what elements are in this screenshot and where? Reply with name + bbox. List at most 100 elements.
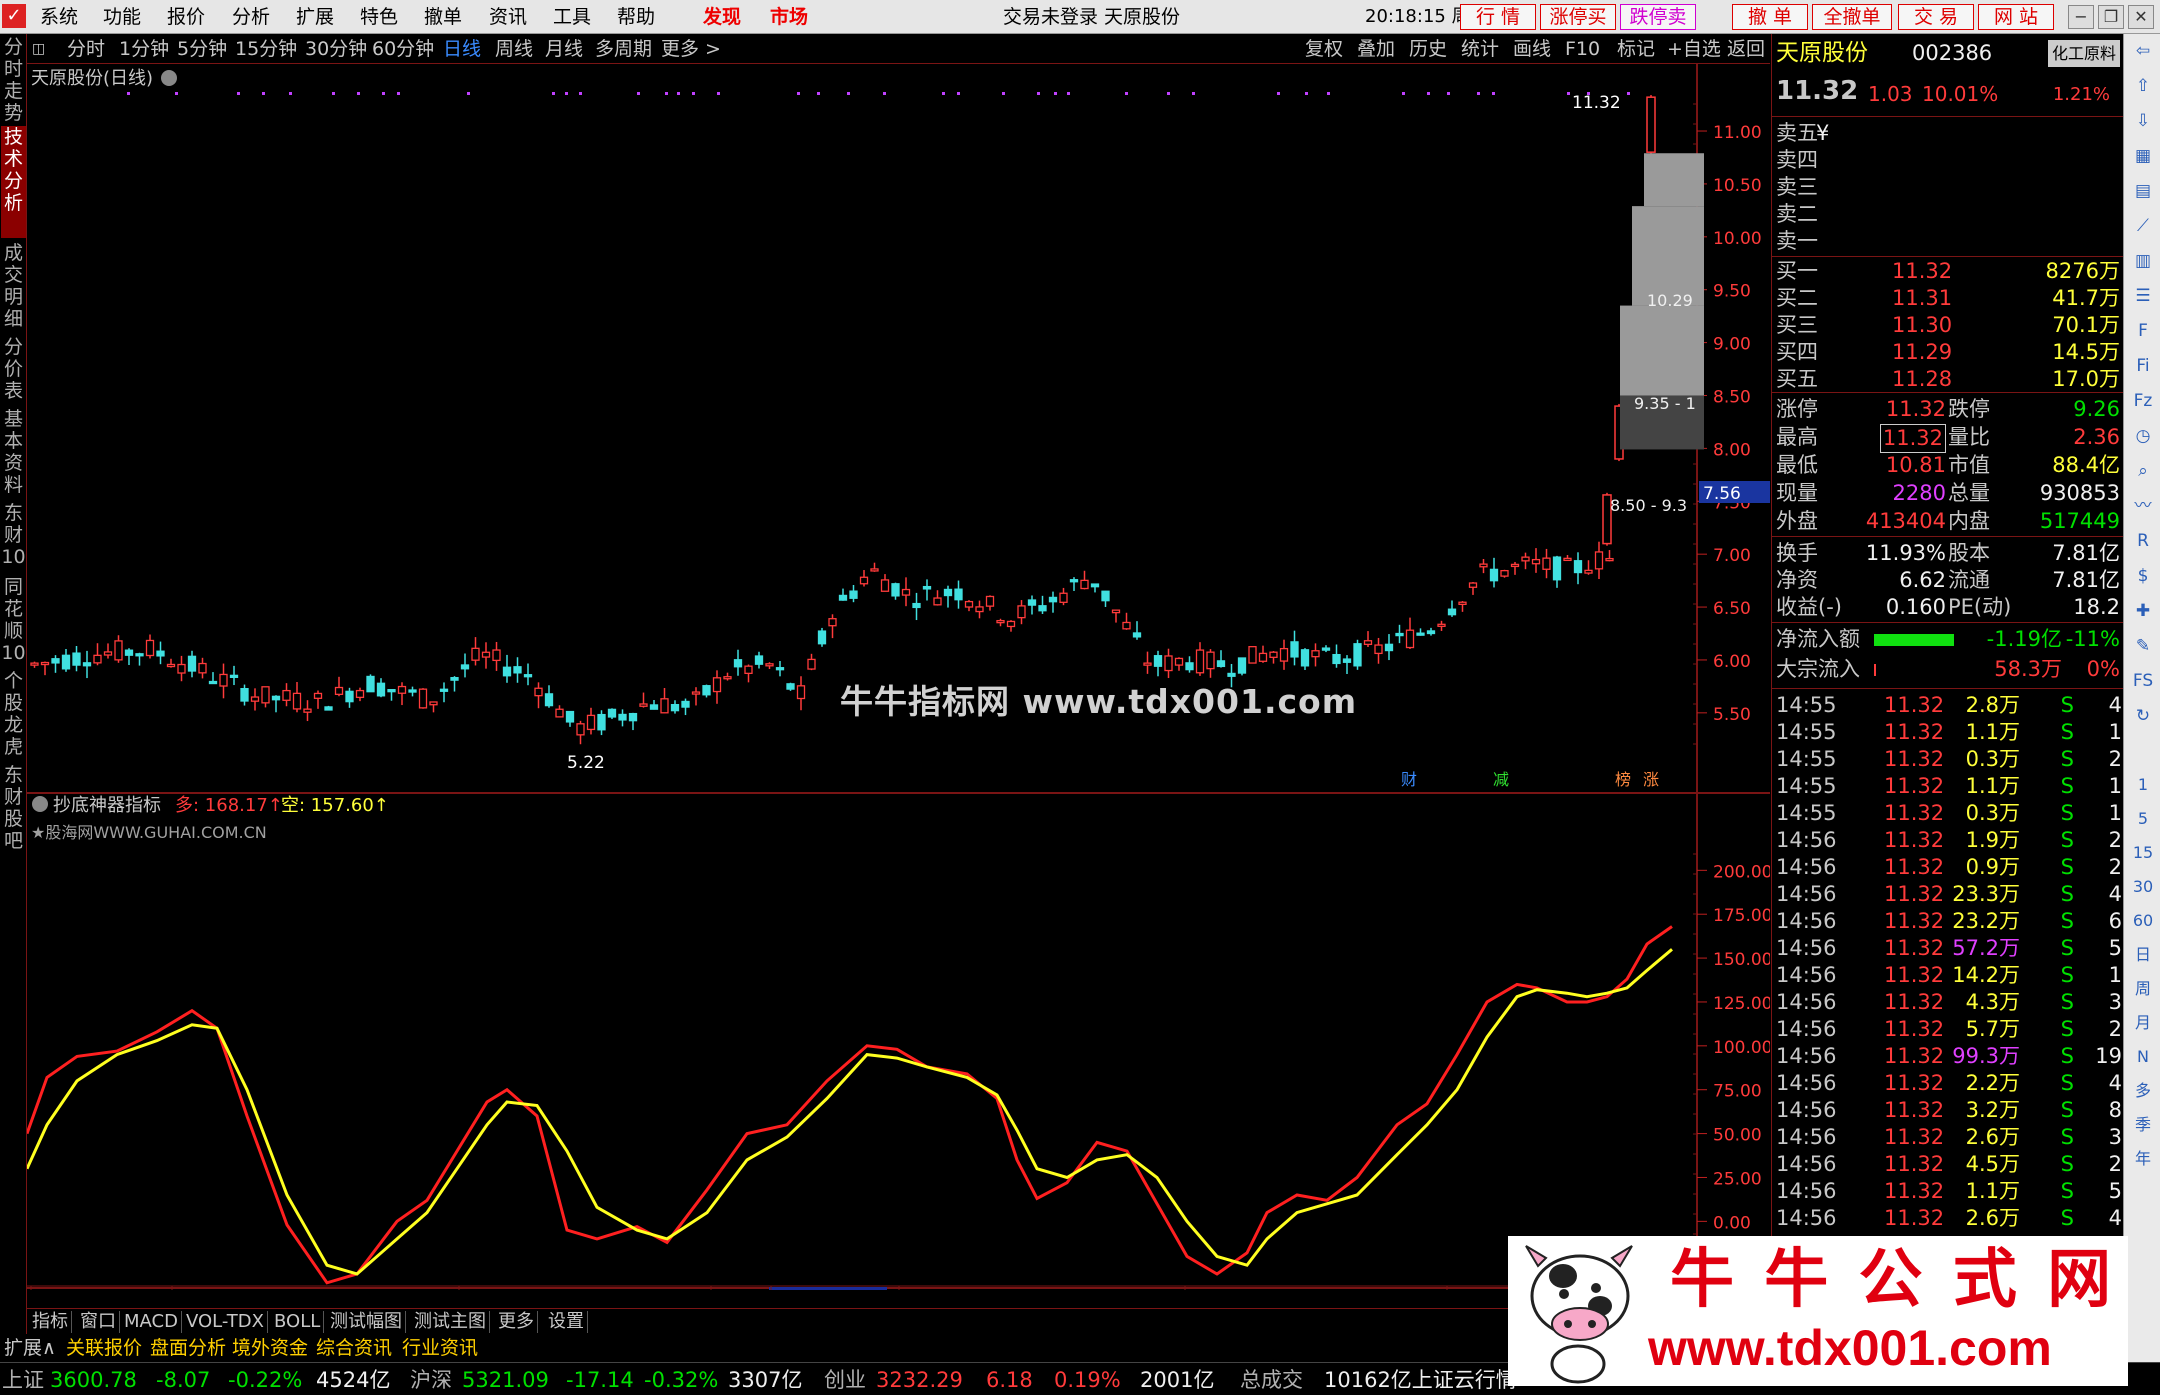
period-30min[interactable]: 30分钟	[305, 37, 367, 61]
marker-list[interactable]: 榜	[1615, 770, 1631, 789]
minimize-icon[interactable]: −	[2068, 5, 2094, 29]
ask-row[interactable]: 卖五 ¥	[1772, 120, 2124, 147]
candle-icon[interactable]: ▥	[2132, 250, 2154, 272]
fs-icon[interactable]: FS	[2132, 670, 2154, 692]
extension-tab[interactable]: 行业资讯	[402, 1337, 478, 1359]
indicator-tab[interactable]: MACD	[121, 1311, 182, 1333]
period-multi[interactable]: 多周期	[595, 37, 652, 61]
menu-discover[interactable]: 发现	[703, 4, 741, 30]
btn-limit-down-sell[interactable]: 跌停卖	[1620, 4, 1696, 30]
period-shortcut[interactable]: 1	[2132, 774, 2154, 796]
period-shortcut[interactable]: 15	[2132, 842, 2154, 864]
indicator-tab[interactable]: 测试幅图	[327, 1311, 406, 1333]
menu-help[interactable]: 帮助	[617, 4, 655, 30]
btn-overlay[interactable]: 叠加	[1357, 37, 1395, 61]
indicator-tab[interactable]: 指标	[29, 1311, 72, 1333]
period-shortcut[interactable]: 60	[2132, 910, 2154, 932]
cross-icon[interactable]: ✚	[2132, 600, 2154, 622]
ask-row[interactable]: 卖三	[1772, 174, 2124, 201]
tab-intraday[interactable]: 分时走势	[1, 36, 26, 124]
tab-deals[interactable]: 成交明细	[1, 242, 26, 332]
btn-limit-up-buy[interactable]: 涨停买	[1540, 4, 1616, 30]
bid-row[interactable]: 买三 11.30 70.1万	[1772, 312, 2124, 339]
period-shortcut[interactable]: 年	[2132, 1148, 2154, 1170]
menu-function[interactable]: 功能	[103, 4, 141, 30]
bid-row[interactable]: 买二 11.31 41.7万	[1772, 285, 2124, 312]
btn-cancel-all[interactable]: 全撤单	[1812, 4, 1892, 30]
list-icon[interactable]: ☰	[2132, 285, 2154, 307]
menu-analysis[interactable]: 分析	[232, 4, 270, 30]
period-60min[interactable]: 60分钟	[372, 37, 434, 61]
btn-mark[interactable]: 标记	[1617, 37, 1655, 61]
period-shortcut[interactable]: 月	[2132, 1012, 2154, 1034]
pen-icon[interactable]: ✎	[2132, 635, 2154, 657]
period-more[interactable]: 更多 >	[661, 37, 721, 61]
ask-row[interactable]: 卖二	[1772, 201, 2124, 228]
period-1min[interactable]: 1分钟	[119, 37, 169, 61]
clock-icon[interactable]: ◷	[2132, 425, 2154, 447]
btn-cancel-order[interactable]: 撤 单	[1732, 4, 1808, 30]
btn-add-watch[interactable]: +自选	[1667, 37, 1721, 61]
extension-tab[interactable]: 关联报价	[66, 1337, 142, 1359]
indicator-tab[interactable]: 测试主图	[411, 1311, 490, 1333]
menu-quote[interactable]: 报价	[167, 4, 205, 30]
f12-icon[interactable]: Fz	[2132, 390, 2154, 412]
line-chart-icon[interactable]: ⟋	[2132, 215, 2154, 237]
extension-tab[interactable]: 盘面分析	[150, 1337, 226, 1359]
tab-price-table[interactable]: 分价表	[1, 336, 26, 404]
period-shortcut[interactable]: N	[2132, 1046, 2154, 1068]
tab-technical[interactable]: 技术分析	[1, 126, 26, 238]
arrow-down-icon[interactable]: ⇩	[2132, 110, 2154, 132]
extension-tab[interactable]: 扩展∧	[4, 1337, 56, 1359]
ask-row[interactable]: 卖四	[1772, 147, 2124, 174]
btn-history[interactable]: 历史	[1409, 37, 1447, 61]
btn-f10[interactable]: F10	[1565, 37, 1600, 61]
bid-row[interactable]: 买五 11.28 17.0万	[1772, 366, 2124, 393]
extension-tab[interactable]: 境外资金	[232, 1337, 308, 1359]
restore-icon[interactable]: ❐	[2098, 5, 2124, 29]
chart-settings-icon[interactable]	[161, 70, 177, 86]
bid-row[interactable]: 买一 11.32 8276万	[1772, 258, 2124, 285]
indicator-settings-icon[interactable]	[32, 796, 48, 812]
btn-website[interactable]: 网 站	[1978, 4, 2054, 30]
panel-toggle-icon[interactable]: ◫	[32, 37, 45, 61]
money-icon[interactable]: $	[2132, 565, 2154, 587]
tab-dragon-tiger[interactable]: 个股龙虎	[1, 670, 26, 760]
period-monthly[interactable]: 月线	[545, 37, 583, 61]
period-15min[interactable]: 15分钟	[235, 37, 297, 61]
menu-extend[interactable]: 扩展	[296, 4, 334, 30]
period-shortcut[interactable]: 季	[2132, 1114, 2154, 1136]
marker-finance[interactable]: 财	[1401, 770, 1417, 789]
indicator-tab[interactable]: BOLL	[271, 1311, 325, 1333]
refresh-icon[interactable]: ↻	[2132, 705, 2154, 727]
industry-badge[interactable]: 化工原料	[2047, 40, 2120, 67]
tab-fundamentals[interactable]: 基本资料	[1, 408, 26, 498]
period-weekly[interactable]: 周线	[495, 37, 533, 61]
period-shortcut[interactable]: 周	[2132, 978, 2154, 1000]
btn-adjust[interactable]: 复权	[1305, 37, 1343, 61]
close-icon[interactable]: ✕	[2128, 5, 2154, 29]
rsi-icon[interactable]: R	[2132, 530, 2154, 552]
period-shortcut[interactable]: 5	[2132, 808, 2154, 830]
wave-icon[interactable]: 〰	[2132, 495, 2154, 517]
period-shortcut[interactable]: 30	[2132, 876, 2154, 898]
time-axis-label[interactable]: 2021/02/08/—	[775, 1289, 889, 1290]
tab-ths10[interactable]: 同花顺10	[1, 576, 26, 666]
arrow-left-icon[interactable]: ⇦	[2132, 40, 2154, 62]
menu-tools[interactable]: 工具	[553, 4, 591, 30]
arrow-up-icon[interactable]: ⇧	[2132, 75, 2154, 97]
bid-row[interactable]: 买四 11.29 14.5万	[1772, 339, 2124, 366]
search-icon[interactable]: ⌕	[2132, 460, 2154, 482]
ask-row[interactable]: 卖一	[1772, 228, 2124, 255]
marker-reduce[interactable]: 减	[1493, 770, 1509, 789]
f10-icon[interactable]: F	[2132, 320, 2154, 342]
btn-quote[interactable]: 行 情	[1460, 4, 1536, 30]
period-shortcut[interactable]: 多	[2132, 1080, 2154, 1102]
period-daily[interactable]: 日线	[443, 37, 481, 61]
period-intraday[interactable]: 分时	[67, 37, 105, 61]
btn-draw[interactable]: 画线	[1513, 37, 1551, 61]
marker-limit[interactable]: 涨	[1643, 770, 1659, 789]
period-5min[interactable]: 5分钟	[177, 37, 227, 61]
extension-tab[interactable]: 综合资讯	[316, 1337, 392, 1359]
menu-special[interactable]: 特色	[360, 4, 398, 30]
